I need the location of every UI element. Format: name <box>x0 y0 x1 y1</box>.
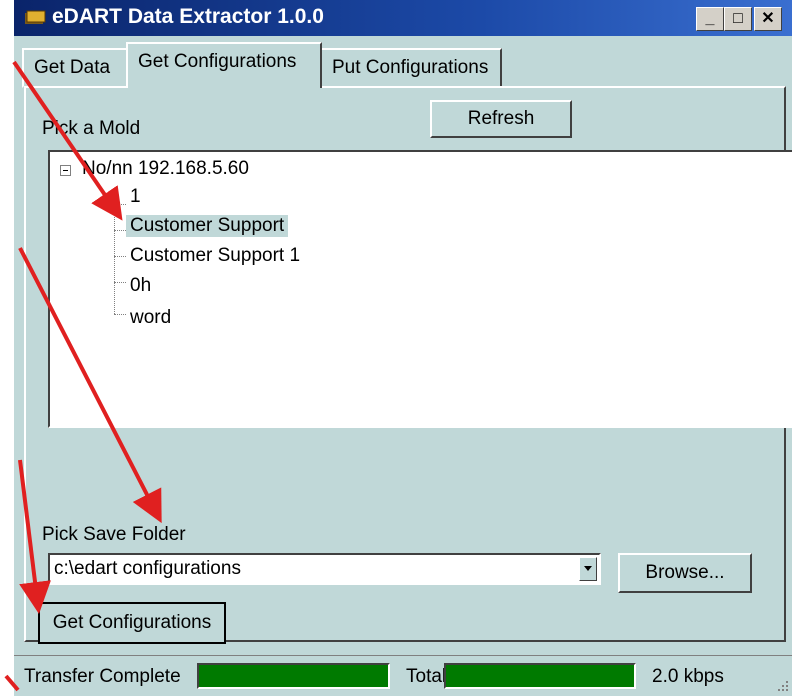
arrow-tail <box>4 674 20 692</box>
arrow-to-tree-selection <box>12 60 123 221</box>
arrow-to-save-folder <box>18 247 162 524</box>
tab-label: Get Configurations <box>138 51 297 72</box>
tab-get-configurations[interactable]: Get Configurations <box>126 42 322 88</box>
annotation-arrows <box>4 60 162 692</box>
arrow-to-get-configurations <box>18 459 51 614</box>
